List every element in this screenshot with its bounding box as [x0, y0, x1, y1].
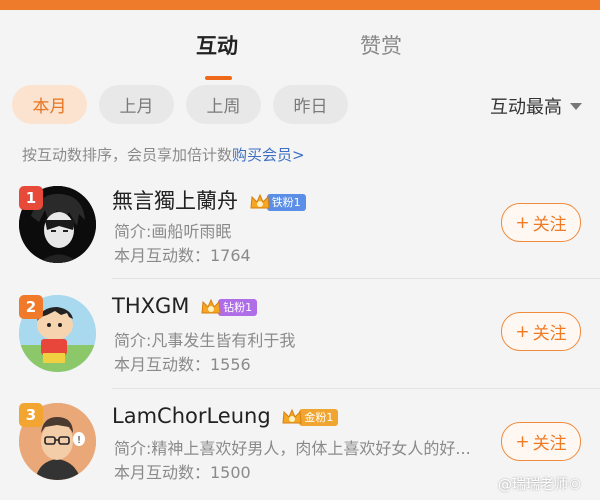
user-name-row: 無言獨上蘭舟 铁粉1 — [112, 185, 306, 215]
user-name[interactable]: THXGM — [112, 294, 189, 318]
user-name[interactable]: 無言獨上蘭舟 — [112, 189, 238, 213]
tab-bar: 互动 赞赏 — [0, 10, 600, 80]
filter-this-month[interactable]: 本月 — [12, 85, 87, 124]
filter-last-week[interactable]: 上周 — [186, 85, 261, 124]
rank-badge: 3 — [19, 403, 43, 427]
plus-icon: + — [515, 431, 530, 452]
follow-label: 关注 — [532, 215, 567, 235]
buy-membership-link[interactable]: 购买会员> — [232, 146, 305, 164]
svg-text:!: ! — [77, 435, 81, 446]
tab-reward[interactable]: 赞赏 — [360, 30, 402, 60]
crown-icon — [250, 193, 270, 209]
user-name[interactable]: LamChorLeung — [112, 404, 271, 428]
fan-level-tag: 金粉1 — [299, 408, 339, 426]
user-name-row: THXGM 钻粉1 — [112, 294, 258, 318]
follow-button[interactable]: + 关注 — [501, 422, 581, 461]
plus-icon: + — [515, 321, 530, 342]
list-item[interactable]: 2 THXGM 钻粉1 简介:凡事发生皆有利于我 本月互动数：1556 + 关注 — [0, 279, 600, 389]
follow-label: 关注 — [532, 434, 567, 454]
follow-label: 关注 — [532, 324, 567, 344]
fan-level-tag: 钻粉1 — [218, 298, 258, 316]
fan-badge: 金粉1 — [281, 407, 339, 427]
interaction-count: 本月互动数：1764 — [114, 246, 251, 265]
user-bio: 简介:凡事发生皆有利于我 — [114, 331, 296, 350]
list-item[interactable]: 1 無言獨上蘭舟 铁粉1 简介:画船听雨眠 本月互动数：1764 + 关注 — [0, 170, 600, 280]
filter-yesterday[interactable]: 昨日 — [273, 85, 348, 124]
crown-icon — [282, 408, 302, 424]
sort-dropdown[interactable]: 互动最高 — [490, 93, 582, 119]
user-name-row: LamChorLeung 金粉1 — [112, 404, 339, 428]
rank-badge: 1 — [19, 186, 43, 210]
follow-button[interactable]: + 关注 — [501, 203, 581, 242]
tab-interaction[interactable]: 互动 — [196, 30, 238, 60]
sort-label: 互动最高 — [490, 97, 562, 118]
fan-level-tag: 铁粉1 — [266, 193, 306, 211]
rank-badge: 2 — [19, 295, 43, 319]
follow-button[interactable]: + 关注 — [501, 312, 581, 351]
user-bio: 简介:精神上喜欢好男人，肉体上喜欢好女人的好... — [114, 439, 471, 458]
crown-icon — [201, 298, 221, 314]
interaction-count: 本月互动数：1500 — [114, 463, 251, 482]
user-bio: 简介:画船听雨眠 — [114, 222, 232, 241]
active-tab-indicator — [205, 76, 232, 80]
hint-text: 按互动数排序，会员享加倍计数 — [22, 146, 233, 164]
caret-down-icon — [570, 102, 582, 110]
interaction-count: 本月互动数：1556 — [114, 355, 251, 374]
filter-last-month[interactable]: 上月 — [99, 85, 174, 124]
fan-badge: 铁粉1 — [249, 192, 306, 212]
fan-badge: 钻粉1 — [200, 297, 258, 317]
watermark: @瑞瑞老师© — [498, 477, 582, 493]
period-filters: 本月 上月 上周 昨日 互动最高 — [0, 85, 600, 125]
plus-icon: + — [515, 212, 530, 233]
top-accent-bar — [0, 0, 600, 10]
sort-hint: 按互动数排序，会员享加倍计数购买会员> — [22, 144, 305, 165]
